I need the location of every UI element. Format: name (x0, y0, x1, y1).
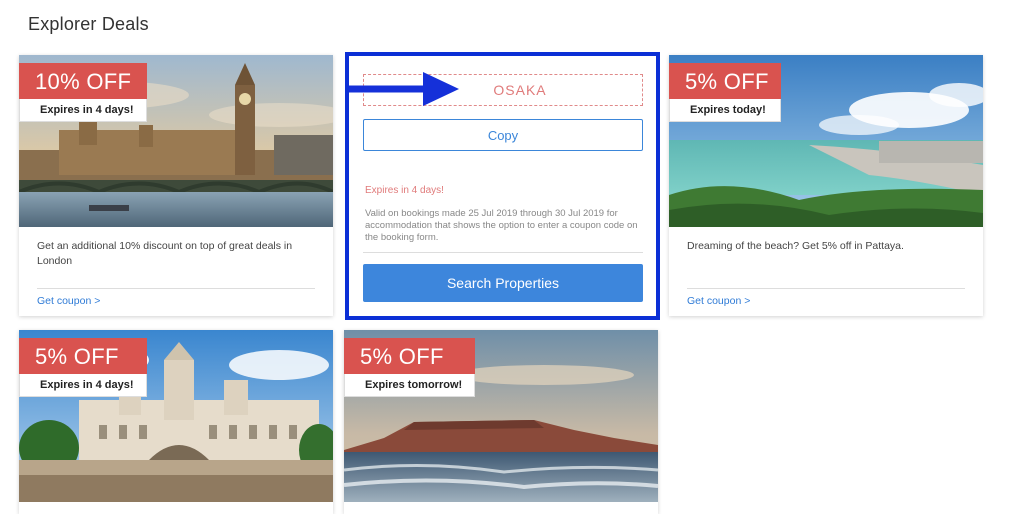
deal-card-london[interactable]: 10% OFF Expires in 4 days! Get an additi… (19, 55, 333, 316)
arrow-right-icon (349, 72, 459, 106)
expiry-label: Expires tomorrow! (344, 374, 476, 397)
expiry-label: Expires in 4 days! (19, 99, 147, 122)
expiry-label: Expires in 4 days! (19, 374, 147, 397)
coupon-terms: Valid on bookings made 25 Jul 2019 throu… (365, 208, 638, 243)
expiry-label: Expires today! (669, 99, 781, 122)
deal-card-madrid[interactable]: 5% OFF Expires in 4 days! (19, 330, 333, 514)
discount-tag: 5% OFF Expires today! (669, 63, 781, 122)
deal-card-cape-town[interactable]: 5% OFF Expires tomorrow! (344, 330, 658, 514)
copy-button[interactable]: Copy (363, 119, 643, 151)
get-coupon-link[interactable]: Get coupon > (687, 295, 750, 307)
divider (37, 288, 315, 289)
discount-tag: 10% OFF Expires in 4 days! (19, 63, 147, 122)
deal-description: Dreaming of the beach? Get 5% off in Pat… (687, 240, 904, 252)
discount-label: 5% OFF (344, 338, 476, 374)
discount-label: 5% OFF (19, 338, 147, 374)
coupon-code: OSAKA (493, 82, 547, 98)
discount-label: 5% OFF (669, 63, 781, 99)
deal-description: Get an additional 10% discount on top of… (37, 240, 293, 267)
get-coupon-link[interactable]: Get coupon > (37, 295, 100, 307)
search-properties-button[interactable]: Search Properties (363, 264, 643, 302)
deal-card-pattaya[interactable]: 5% OFF Expires today! Dreaming of the be… (669, 55, 983, 316)
page-title: Explorer Deals (28, 14, 149, 34)
discount-tag: 5% OFF Expires in 4 days! (19, 338, 147, 397)
discount-label: 10% OFF (19, 63, 147, 99)
coupon-expiry: Expires in 4 days! (365, 185, 444, 196)
divider (363, 252, 643, 253)
discount-tag: 5% OFF Expires tomorrow! (344, 338, 476, 397)
divider (687, 288, 965, 289)
